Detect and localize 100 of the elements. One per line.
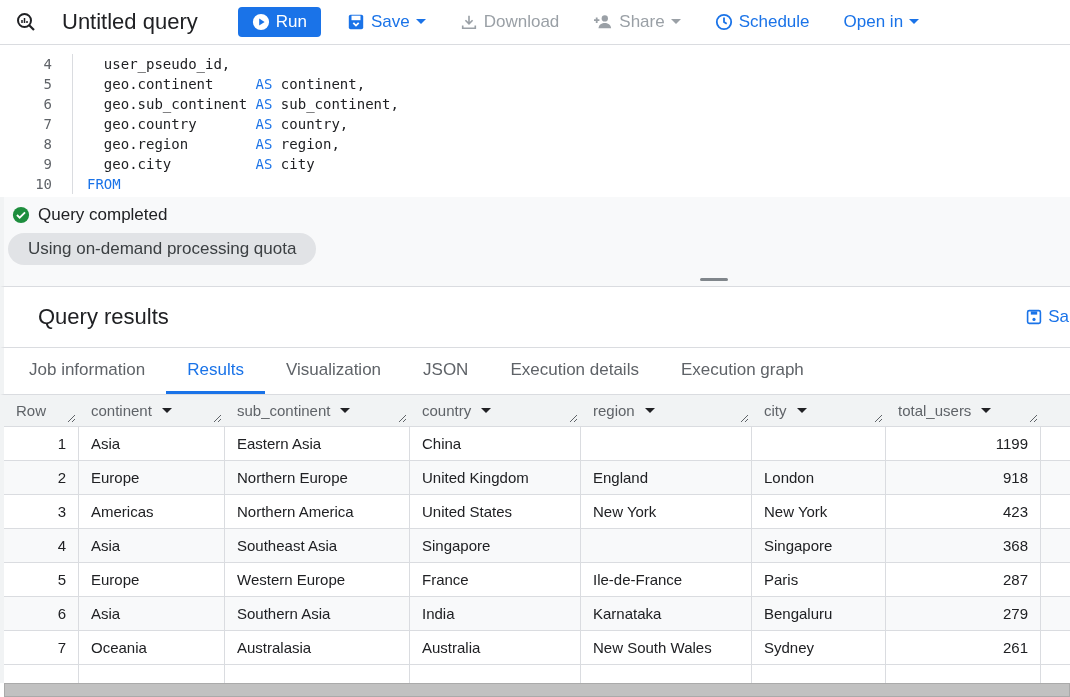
- line-number: 4: [0, 54, 73, 74]
- column-header[interactable]: sub_continent: [225, 395, 410, 426]
- table-cell: New York: [581, 495, 752, 528]
- table-cell: Northern America: [225, 495, 410, 528]
- table-cell: London: [752, 461, 886, 494]
- resize-grip-icon[interactable]: [568, 413, 578, 423]
- horizontal-scrollbar[interactable]: [4, 683, 1070, 697]
- table-cell: 6: [4, 597, 79, 630]
- results-tab[interactable]: JSON: [402, 348, 490, 394]
- resize-grip-icon[interactable]: [1028, 413, 1038, 423]
- status-message: Query completed: [38, 205, 168, 225]
- table-cell: Paris: [752, 563, 886, 596]
- resize-grip-icon[interactable]: [739, 413, 749, 423]
- query-title: Untitled query: [62, 9, 198, 35]
- table-cell: Asia: [79, 597, 225, 630]
- run-button[interactable]: Run: [237, 7, 321, 37]
- code-line: geo.sub_continent AS sub_continent,: [102, 96, 399, 112]
- table-cell: Southeast Asia: [225, 529, 410, 562]
- table-cell: India: [410, 597, 581, 630]
- table-cell: 5: [4, 563, 79, 596]
- table-cell: Western Europe: [225, 563, 410, 596]
- table-cell: Australia: [410, 631, 581, 664]
- save-icon: [1026, 309, 1043, 325]
- sort-caret-icon[interactable]: [644, 407, 655, 414]
- table-cell: Europe: [79, 563, 225, 596]
- table-cell: Oceania: [79, 631, 225, 664]
- save-icon: [346, 13, 365, 31]
- download-icon: [459, 13, 478, 31]
- table-cell: New South Wales: [581, 631, 752, 664]
- table-cell: Asia: [79, 427, 225, 460]
- results-tab[interactable]: Job information: [8, 348, 167, 394]
- table-cell: Americas: [79, 495, 225, 528]
- code-line: geo.country AS country,: [102, 116, 349, 132]
- line-number: 7: [0, 114, 73, 134]
- table-cell: 279: [886, 597, 1041, 630]
- code-line: geo.region AS region,: [102, 136, 340, 152]
- table-cell: 2: [4, 461, 79, 494]
- table-cell: Australasia: [225, 631, 410, 664]
- line-number: 6: [0, 94, 73, 114]
- resize-grip-icon[interactable]: [397, 413, 407, 423]
- table-cell: 1199: [886, 427, 1041, 460]
- code-line: FROM: [87, 176, 121, 192]
- results-tab[interactable]: Execution graph: [659, 348, 825, 394]
- save-results-button[interactable]: Sa: [1026, 307, 1069, 327]
- sort-caret-icon[interactable]: [340, 407, 351, 414]
- save-button[interactable]: Save: [338, 7, 434, 37]
- add-person-icon: [593, 13, 614, 31]
- table-cell: Bengaluru: [752, 597, 886, 630]
- column-header[interactable]: total_users: [886, 395, 1041, 426]
- resize-handle[interactable]: [700, 278, 728, 281]
- check-circle-icon: [12, 206, 30, 224]
- table-cell: Asia: [79, 529, 225, 562]
- table-cell: Singapore: [410, 529, 581, 562]
- table-cell: Karnataka: [581, 597, 752, 630]
- sort-caret-icon[interactable]: [981, 407, 992, 414]
- line-number: 8: [0, 134, 73, 154]
- line-number: 5: [0, 74, 73, 94]
- table-cell: United Kingdom: [410, 461, 581, 494]
- table-cell: 3: [4, 495, 79, 528]
- resize-grip-icon[interactable]: [873, 413, 883, 423]
- table-cell: Eastern Asia: [225, 427, 410, 460]
- sort-caret-icon[interactable]: [481, 407, 492, 414]
- table-cell: Singapore: [752, 529, 886, 562]
- play-icon: [251, 13, 270, 31]
- quota-chip: Using on-demand processing quota: [8, 233, 317, 265]
- table-cell: Europe: [79, 461, 225, 494]
- sort-caret-icon[interactable]: [161, 407, 172, 414]
- code-line: geo.city AS city: [102, 156, 315, 172]
- table-cell: 4: [4, 529, 79, 562]
- table-cell: Ile-de-France: [581, 563, 752, 596]
- line-number: 10: [0, 174, 73, 194]
- column-header[interactable]: continent: [79, 395, 225, 426]
- table-cell: 423: [886, 495, 1041, 528]
- table-cell: Northern Europe: [225, 461, 410, 494]
- line-number: 9: [0, 154, 73, 174]
- resize-grip-icon[interactable]: [66, 413, 76, 423]
- column-header[interactable]: city: [752, 395, 886, 426]
- table-cell: 287: [886, 563, 1041, 596]
- table-cell: 7: [4, 631, 79, 664]
- results-tab[interactable]: Visualization: [264, 348, 403, 394]
- results-tab[interactable]: Execution details: [489, 348, 660, 394]
- clock-icon: [714, 13, 733, 31]
- table-cell: 368: [886, 529, 1041, 562]
- column-header[interactable]: region: [581, 395, 752, 426]
- column-header[interactable]: country: [410, 395, 581, 426]
- table-cell: England: [581, 461, 752, 494]
- table-cell: China: [410, 427, 581, 460]
- table-cell: United States: [410, 495, 581, 528]
- open-button[interactable]: Open in: [835, 7, 928, 37]
- table-cell: 261: [886, 631, 1041, 664]
- table-cell: Southern Asia: [225, 597, 410, 630]
- schedule-button[interactable]: Schedule: [706, 7, 818, 37]
- table-cell: France: [410, 563, 581, 596]
- resize-grip-icon[interactable]: [212, 413, 222, 423]
- query-icon: [16, 12, 36, 32]
- table-cell: 1: [4, 427, 79, 460]
- sort-caret-icon[interactable]: [796, 407, 807, 414]
- column-header[interactable]: Row: [4, 395, 79, 426]
- table-cell: New York: [752, 495, 886, 528]
- results-title: Query results: [38, 304, 169, 330]
